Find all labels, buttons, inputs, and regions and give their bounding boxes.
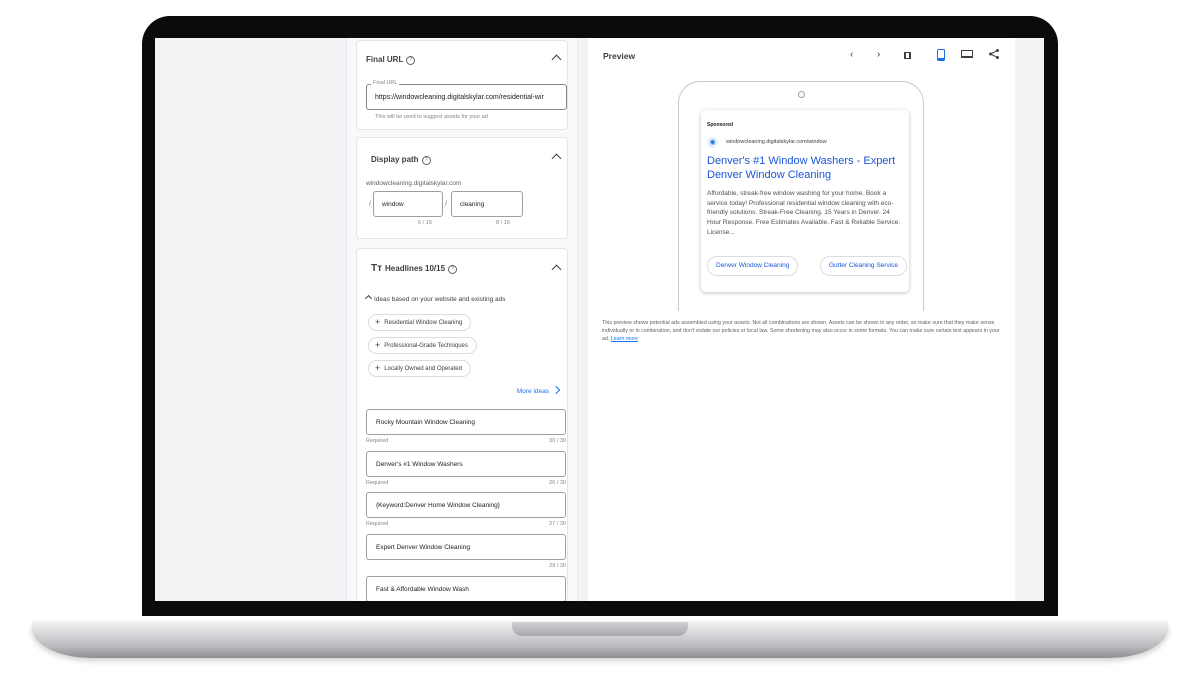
sitelink-chip[interactable]: Gutter Cleaning Service <box>820 256 908 276</box>
display-path-title: Display path? <box>371 155 431 165</box>
chevron-up-icon[interactable] <box>551 54 562 65</box>
display-path-domain: windowcleaning.digitalskylar.com <box>366 180 462 187</box>
display-path-card: Display path? windowcleaning.digitalskyl… <box>356 137 568 239</box>
path1-input[interactable]: window <box>373 191 443 217</box>
final-url-input[interactable]: https://windowcleaning.digitalskylar.com… <box>366 84 567 110</box>
path1-counter: 6 / 15 <box>418 220 432 226</box>
final-url-field-label: Final URL <box>371 80 400 86</box>
headline-input[interactable]: Fast & Affordable Window Wash <box>366 576 566 601</box>
ideas-toggle[interactable]: Ideas based on your website and existing… <box>364 294 506 303</box>
final-url-helper: This will be used to suggest assets for … <box>375 114 488 120</box>
ad-headline[interactable]: Denver's #1 Window Washers - Expert Denv… <box>707 154 907 182</box>
headlines-card: Tт Headlines 10/15? Ideas based on your w… <box>356 248 568 601</box>
columns-icon[interactable] <box>904 52 911 59</box>
path-separator: / <box>369 201 371 208</box>
headline-input[interactable]: Rocky Mountain Window Cleaning <box>366 409 566 435</box>
asset-editor-panel[interactable]: Final URL? Final URL https://windowclean… <box>346 38 578 601</box>
plus-icon: + <box>375 340 381 350</box>
headline-meta: Required 27 / 30 <box>366 521 566 527</box>
text-format-icon: Tт <box>371 263 383 274</box>
disclaimer-text: This preview shows potential ads assembl… <box>602 320 1000 342</box>
chevron-up-icon <box>364 294 373 303</box>
help-icon[interactable]: ? <box>406 56 416 65</box>
headline-meta: Required 30 / 30 <box>366 438 566 444</box>
mobile-icon[interactable] <box>937 49 945 61</box>
chevron-left-icon[interactable]: ‹ <box>850 48 853 62</box>
ad-display-url: windowcleaning.digitalskylar.com/window <box>726 139 827 145</box>
idea-chip[interactable]: + Locally Owned and Operated <box>368 360 471 377</box>
path2-input[interactable]: cleaning <box>451 191 523 217</box>
headline-meta: Required 26 / 30 <box>366 480 566 486</box>
sponsored-label: Sponsored <box>707 122 734 128</box>
headline-input[interactable]: Expert Denver Window Cleaning <box>366 534 566 560</box>
headline-input[interactable]: Denver's #1 Window Washers <box>366 451 566 477</box>
headline-input[interactable]: {Keyword:Denver Home Window Cleaning} <box>366 492 566 518</box>
preview-panel: Preview ‹ › Sponsored ◉ windowcleaning.d… <box>588 38 1015 601</box>
final-url-card: Final URL? Final URL https://windowclean… <box>356 40 568 130</box>
globe-icon: ◉ <box>707 137 718 148</box>
chevron-right-icon[interactable]: › <box>877 48 880 62</box>
headlines-title: Tт Headlines 10/15? <box>371 263 458 274</box>
help-icon[interactable]: ? <box>448 265 458 274</box>
final-url-title: Final URL? <box>366 55 416 65</box>
path-separator: / <box>445 201 447 208</box>
chevron-right-icon <box>551 385 561 395</box>
more-ideas-link[interactable]: More ideas <box>517 385 561 395</box>
desktop-icon[interactable] <box>961 50 973 58</box>
path2-counter: 8 / 15 <box>496 220 510 226</box>
learn-more-link[interactable]: Learn more <box>611 336 638 342</box>
plus-icon: + <box>375 317 381 327</box>
path1-value: window <box>382 201 404 208</box>
phone-mockup: Sponsored ◉ windowcleaning.digitalskylar… <box>678 81 924 311</box>
preview-title: Preview <box>603 51 636 61</box>
laptop-notch <box>512 622 688 636</box>
ad-description: Affordable, streak-free window washing f… <box>707 190 901 236</box>
ad-preview-card: Sponsored ◉ windowcleaning.digitalskylar… <box>701 110 909 292</box>
help-icon[interactable]: ? <box>421 156 431 165</box>
share-icon[interactable] <box>988 48 1000 60</box>
screen: Final URL? Final URL https://windowclean… <box>155 38 1044 601</box>
ideas-label: Ideas based on your website and existing… <box>374 296 506 303</box>
path2-value: cleaning <box>460 201 485 208</box>
camera-icon <box>798 91 805 98</box>
preview-disclaimer: This preview shows potential ads assembl… <box>602 320 1002 343</box>
idea-chip[interactable]: + Professional-Grade Techniques <box>368 337 477 354</box>
idea-chip[interactable]: + Residential Window Cleaning <box>368 314 472 331</box>
sitelink-chip[interactable]: Denver Window Cleaning <box>707 256 799 276</box>
chevron-up-icon[interactable] <box>551 264 562 275</box>
plus-icon: + <box>375 363 381 373</box>
chevron-up-icon[interactable] <box>551 153 562 164</box>
final-url-value: https://windowcleaning.digitalskylar.com… <box>375 94 544 101</box>
